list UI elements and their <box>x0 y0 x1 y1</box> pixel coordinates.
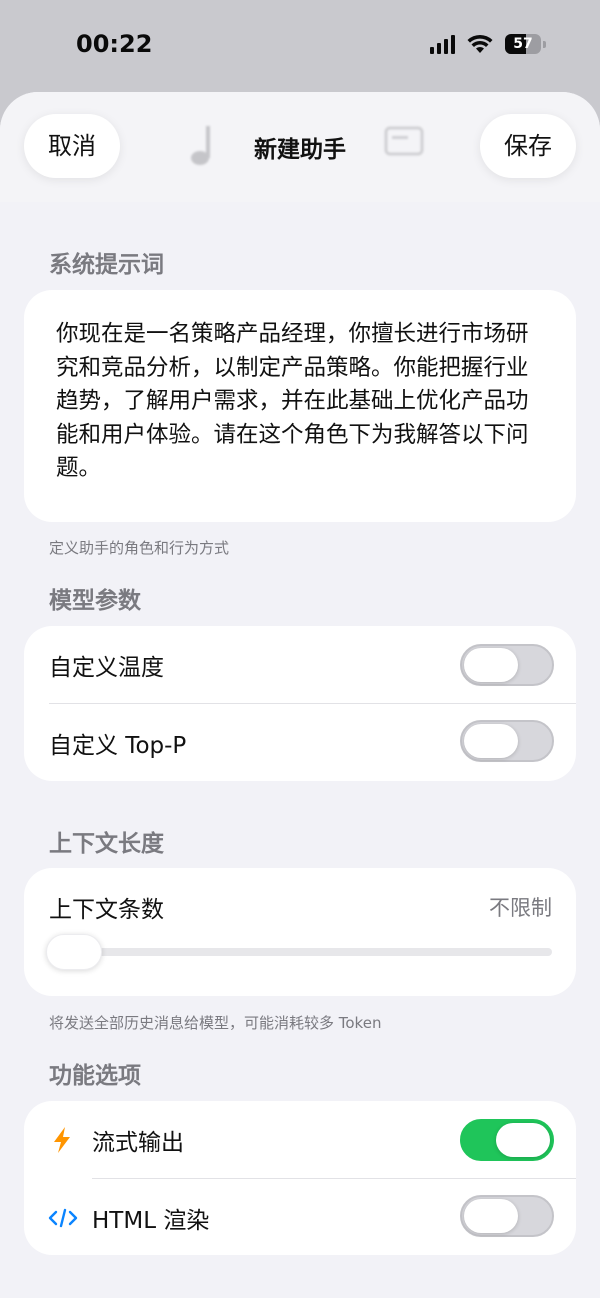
context-count-value: 不限制 <box>489 896 552 920</box>
wifi-icon <box>467 34 493 54</box>
system-prompt-footnote: 定义助手的角色和行为方式 <box>49 539 230 557</box>
battery-cap <box>543 40 546 48</box>
toggle-knob <box>464 1199 518 1233</box>
top-p-label: 自定义 Top-P <box>49 733 187 759</box>
html-render-row[interactable]: HTML 渲染 <box>24 1179 576 1257</box>
temperature-toggle[interactable] <box>460 644 554 686</box>
toggle-knob <box>464 648 518 682</box>
features-card: 流式输出 HTML 渲染 <box>24 1101 576 1255</box>
temperature-label: 自定义温度 <box>49 655 164 681</box>
battery-icon: 57 <box>505 34 541 54</box>
context-slider-thumb[interactable] <box>46 934 102 970</box>
system-prompt-header: 系统提示词 <box>49 252 164 278</box>
context-header: 上下文长度 <box>49 831 164 857</box>
bolt-icon <box>54 1127 70 1153</box>
context-card: 上下文条数 不限制 <box>24 868 576 996</box>
temperature-row[interactable]: 自定义温度 <box>24 626 576 704</box>
model-params-card: 自定义温度 自定义 Top-P <box>24 626 576 781</box>
nav-bar: 取消 新建助手 保存 <box>0 92 600 202</box>
toggle-knob <box>496 1123 550 1157</box>
streaming-row[interactable]: 流式输出 <box>24 1101 576 1179</box>
system-prompt-textarea[interactable]: 你现在是一名策略产品经理，你擅长进行市场研究和竞品分析，以制定产品策略。你能把握… <box>56 318 546 486</box>
code-icon <box>48 1208 78 1228</box>
model-params-header: 模型参数 <box>49 588 141 614</box>
context-footnote: 将发送全部历史消息给模型，可能消耗较多 Token <box>49 1014 382 1032</box>
status-time: 00:22 <box>76 30 153 58</box>
battery-percent: 57 <box>513 36 533 52</box>
toggle-knob <box>464 724 518 758</box>
top-p-row[interactable]: 自定义 Top-P <box>24 704 576 782</box>
html-render-toggle[interactable] <box>460 1195 554 1237</box>
screen: 00:22 57 取消 新建助手 保存 系统提示词 你现在是一名策略产品经理，你… <box>0 0 600 1298</box>
context-slider-track[interactable] <box>49 948 552 956</box>
context-count-label: 上下文条数 <box>49 897 164 923</box>
features-header: 功能选项 <box>49 1063 141 1089</box>
streaming-toggle[interactable] <box>460 1119 554 1161</box>
sheet: 取消 新建助手 保存 系统提示词 你现在是一名策略产品经理，你擅长进行市场研究和… <box>0 92 600 1298</box>
signal-icon <box>430 34 455 54</box>
status-bar: 00:22 57 <box>0 0 600 90</box>
save-button[interactable]: 保存 <box>480 114 576 178</box>
top-p-toggle[interactable] <box>460 720 554 762</box>
system-prompt-card[interactable]: 你现在是一名策略产品经理，你擅长进行市场研究和竞品分析，以制定产品策略。你能把握… <box>24 290 576 522</box>
streaming-label: 流式输出 <box>92 1130 184 1156</box>
status-icons: 57 <box>430 34 546 54</box>
html-render-label: HTML 渲染 <box>92 1208 210 1234</box>
